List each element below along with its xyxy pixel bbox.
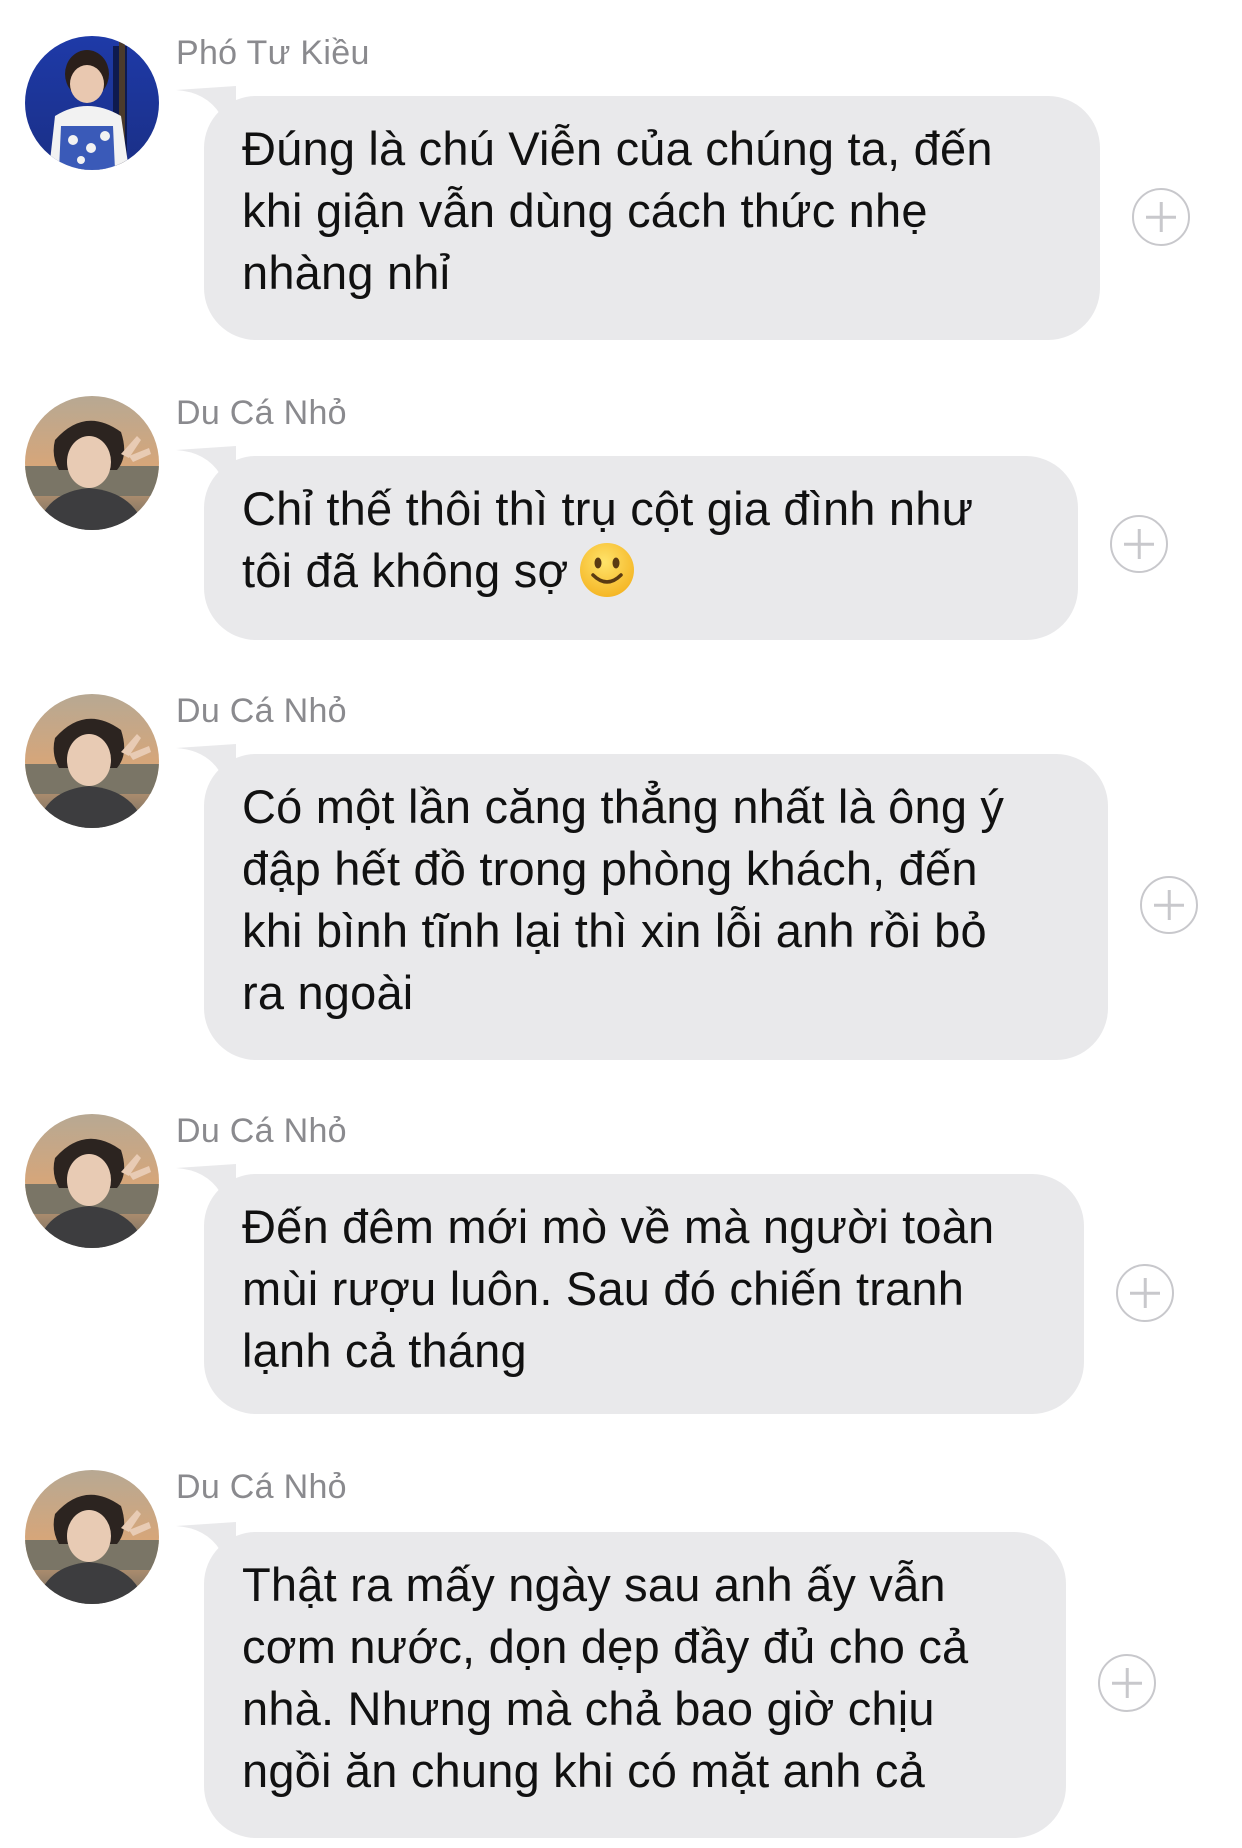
- message-bubble[interactable]: Có một lần căng thẳng nhất là ông ý đập …: [204, 754, 1108, 1060]
- message-line: Có một lần căng thẳng nhất là ông ý: [242, 780, 1005, 833]
- message-line: đập hết đồ trong phòng khách, đến: [242, 842, 978, 895]
- avatar-photo-icon: [25, 1114, 159, 1248]
- message-line: lạnh cả tháng: [242, 1324, 527, 1377]
- avatar[interactable]: [25, 396, 159, 530]
- message-bubble[interactable]: Thật ra mấy ngày sau anh ấy vẫn cơm nước…: [204, 1532, 1066, 1838]
- message-line: khi bình tĩnh lại thì xin lỗi anh rồi bỏ: [242, 904, 987, 957]
- sender-name: Phó Tư Kiều: [176, 34, 370, 72]
- add-reaction-plus-icon[interactable]: [1140, 876, 1198, 934]
- message-line: nhàng nhỉ: [242, 246, 451, 299]
- message-line: ngồi ăn chung khi có mặt anh cả: [242, 1744, 925, 1797]
- slightly-smiling-face-icon: [580, 543, 635, 597]
- avatar-photo-icon: [25, 396, 159, 530]
- message-line: ra ngoài: [242, 966, 414, 1019]
- add-reaction-plus-icon[interactable]: [1116, 1264, 1174, 1322]
- add-reaction-plus-icon[interactable]: [1110, 515, 1168, 573]
- avatar[interactable]: [25, 36, 159, 170]
- add-reaction-plus-icon[interactable]: [1132, 188, 1190, 246]
- message-line: Chỉ thế thôi thì trụ cột gia đình như: [242, 482, 974, 535]
- avatar-photo-icon: [25, 1470, 159, 1604]
- message-line: khi giận vẫn dùng cách thức nhẹ: [242, 184, 928, 237]
- avatar[interactable]: [25, 1114, 159, 1248]
- message-line: nhà. Nhưng mà chả bao giờ chịu: [242, 1682, 935, 1735]
- message-line: cơm nước, dọn dẹp đầy đủ cho cả: [242, 1620, 969, 1673]
- message-line: Đúng là chú Viễn của chúng ta, đến: [242, 122, 993, 175]
- message-line: tôi đã không sợ: [242, 544, 569, 597]
- sender-name: Du Cá Nhỏ: [176, 394, 347, 432]
- sender-name: Du Cá Nhỏ: [176, 1112, 347, 1150]
- sender-name: Du Cá Nhỏ: [176, 692, 347, 730]
- avatar-photo-icon: [25, 36, 159, 170]
- message-line-with-emoji: tôi đã không sợ: [242, 540, 1040, 602]
- avatar[interactable]: [25, 694, 159, 828]
- avatar-photo-icon: [25, 694, 159, 828]
- add-reaction-plus-icon[interactable]: [1098, 1654, 1156, 1712]
- message-bubble[interactable]: Đúng là chú Viễn của chúng ta, đến khi g…: [204, 96, 1100, 340]
- message-line: mùi rượu luôn. Sau đó chiến tranh: [242, 1262, 965, 1315]
- message-line: Đến đêm mới mò về mà người toàn: [242, 1200, 995, 1253]
- message-line: Thật ra mấy ngày sau anh ấy vẫn: [242, 1558, 946, 1611]
- message-bubble[interactable]: Đến đêm mới mò về mà người toàn mùi rượu…: [204, 1174, 1084, 1414]
- avatar[interactable]: [25, 1470, 159, 1604]
- message-bubble[interactable]: Chỉ thế thôi thì trụ cột gia đình như tô…: [204, 456, 1078, 640]
- sender-name: Du Cá Nhỏ: [176, 1468, 347, 1506]
